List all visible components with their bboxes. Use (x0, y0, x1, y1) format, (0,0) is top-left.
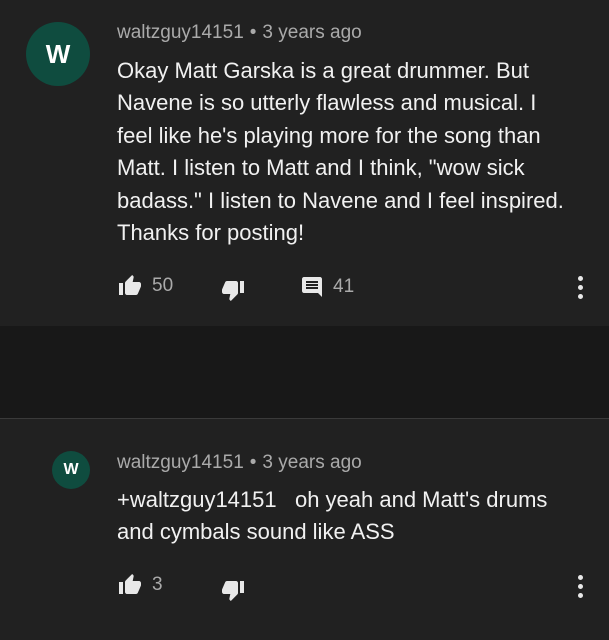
dot (577, 275, 583, 281)
thumbs-down-icon (222, 581, 244, 601)
dot (577, 583, 583, 589)
comment-line: and cymbals sound like ASS (117, 519, 395, 545)
comment-line: feel like he's playing more for the song… (117, 122, 541, 148)
comment-meta: waltzguy14151 • 3 years ago (117, 452, 362, 474)
comment-line: Thanks for posting! (117, 220, 305, 246)
comment-text: +waltzguy14151 oh yeah and Matt's drums … (117, 484, 587, 549)
like-button[interactable]: 3 (117, 573, 163, 597)
author-name[interactable]: waltzguy14151 (117, 22, 244, 43)
comment-line: Okay Matt Garska is a great drummer. But (117, 58, 530, 83)
dislike-button[interactable] (220, 578, 246, 602)
like-button[interactable]: 50 (117, 274, 173, 298)
timestamp: 3 years ago (262, 452, 362, 473)
more-vert-icon[interactable] (570, 568, 590, 604)
dot (577, 293, 583, 299)
meta-separator: • (249, 22, 257, 43)
reply-button[interactable]: 41 (300, 275, 354, 299)
thumbs-down-icon (222, 281, 244, 301)
thumbs-up-icon (119, 275, 141, 295)
spacer (0, 326, 609, 418)
comment-meta: waltzguy14151 • 3 years ago (117, 22, 362, 44)
meta-separator: • (249, 452, 257, 473)
dislike-button[interactable] (220, 278, 246, 302)
avatar[interactable]: W (52, 451, 90, 489)
comment-text: Okay Matt Garska is a great drummer. But… (117, 55, 587, 249)
comment-line: Matt. I listen to Matt and I think, "wow… (117, 155, 525, 181)
dot (577, 592, 583, 598)
comment-line: +waltzguy14151 oh yeah and Matt's drums (117, 487, 548, 512)
timestamp: 3 years ago (262, 22, 362, 43)
thumbs-up-icon (119, 574, 141, 594)
dot (577, 574, 583, 580)
dot (577, 284, 583, 290)
comment-line: badass." I listen to Navene and I feel i… (117, 187, 564, 213)
like-count: 50 (152, 275, 174, 296)
comment-icon (302, 277, 322, 297)
author-name[interactable]: waltzguy14151 (117, 452, 244, 473)
avatar[interactable]: W (26, 22, 90, 86)
more-vert-icon[interactable] (570, 269, 590, 305)
reply-count: 41 (333, 276, 355, 297)
comment-line: Navene is so utterly flawless and musica… (117, 90, 537, 116)
like-count: 3 (152, 574, 163, 595)
